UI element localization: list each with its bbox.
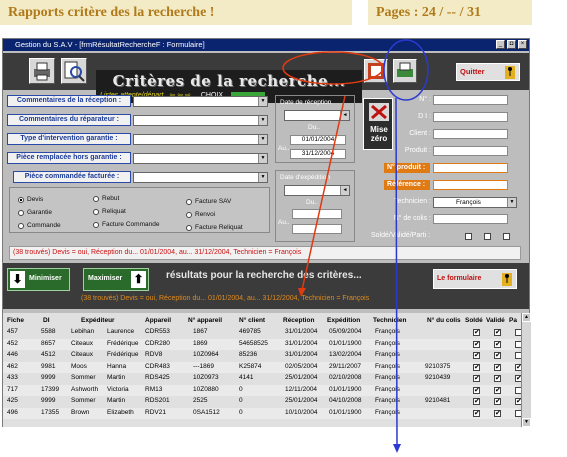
red-annotation-ellipse [282, 51, 384, 85]
annotation-layer [282, 39, 429, 453]
blue-arrowhead-icon [393, 444, 401, 453]
blue-annotation-line [395, 97, 398, 446]
blue-annotation-ellipse [383, 39, 429, 101]
red-arrowhead-icon [298, 288, 306, 297]
red-annotation-line [301, 95, 346, 291]
